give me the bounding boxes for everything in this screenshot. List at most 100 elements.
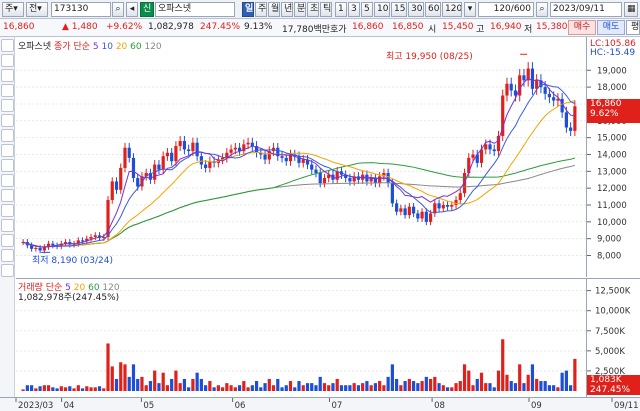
stock-code-input[interactable]: 173130 [51,2,111,17]
search-count-icon[interactable]: ⌕ [536,2,548,17]
eraser-tool-icon[interactable] [1,219,14,232]
volume-bar [322,383,327,391]
volume-bar [93,387,97,391]
volume-bar [76,385,80,391]
extra-button[interactable]: 평 [626,20,640,35]
volume-bar [395,378,399,391]
candle-body [509,83,513,91]
volume-bar [335,378,339,391]
text-tool-icon[interactable] [1,144,14,157]
count-field[interactable]: 120/600 [478,2,534,17]
volume-bar [556,387,560,391]
interval-15[interactable]: 15 [391,2,407,17]
search-icon[interactable]: ⌕ [112,2,124,17]
candlestick-chart[interactable] [16,37,586,277]
channel-tool-icon[interactable] [1,114,14,127]
fibonacci-tool-icon[interactable] [1,129,14,142]
change-value: ▲ 1,480 [62,22,98,32]
high-annotation: 최고 19,950 (08/25) [386,52,473,62]
legend-ma120: 120 [144,42,162,52]
interval-5[interactable]: 5 [361,2,373,17]
volume-bar [564,370,568,391]
volume-bar [348,385,352,391]
volume-bar [411,381,416,391]
volume-bar [246,387,250,391]
hc-label: HC:-15.49 [590,48,636,58]
price-tick-label: 13,000 [597,167,627,177]
vertical-line-tool-icon[interactable] [1,99,14,112]
volume-bar [102,388,106,391]
tab-day[interactable]: 일 [242,2,254,17]
volume-panel[interactable]: 거래량 단순 5 20 60 120 1,082,978주(247.45%) [16,278,586,397]
candle-body [301,159,305,163]
cursor-tool-icon[interactable] [1,39,14,52]
menu-dropdown[interactable]: 주▾ [2,2,24,17]
volume-bar [221,387,225,391]
interval-10[interactable]: 10 [374,2,390,17]
volume-bar [127,376,131,391]
arrow-tool-icon[interactable] [1,189,14,202]
date-label: 07 [332,401,343,411]
candle-body [450,205,454,207]
candle-body [165,152,170,157]
interval-120[interactable]: 120 [442,2,462,17]
zoom-out-tool-icon[interactable] [1,249,14,262]
settings-tool-icon[interactable] [1,264,14,277]
volume-bar [55,388,59,391]
tab-second[interactable]: 초 [307,2,319,17]
volume-bar [68,386,72,391]
magnet-tool-icon[interactable] [1,204,14,217]
tab-month[interactable]: 월 [268,2,280,17]
interval-60[interactable]: 60 [425,2,441,17]
interval-3[interactable]: 3 [348,2,360,17]
volume-bar [509,381,513,391]
candle-body [484,144,488,150]
tab-tick[interactable]: 틱 [320,2,332,17]
volume-bar [339,385,344,391]
calendar-icon[interactable]: ▦ [624,2,638,17]
ellipse-tool-icon[interactable] [1,174,14,187]
volume-bar [140,376,144,391]
volume-bar [229,385,233,391]
exchange-dropdown[interactable]: 전▾ [26,2,48,17]
date-field[interactable]: 2023/09/11 [550,2,622,17]
crosshair-tool-icon[interactable] [1,54,14,67]
candle-body [80,240,85,242]
volume-bar [361,383,365,391]
volume-bar [21,389,25,391]
tab-minute[interactable]: 분 [294,2,306,17]
interval-30[interactable]: 30 [408,2,424,17]
candle-body [187,149,191,152]
tab-year[interactable]: 년 [281,2,293,17]
open-price: 15,450 [442,22,474,32]
candle-body [102,237,106,238]
volume-bar [344,385,348,391]
volume-bar [327,385,331,391]
volume-bar [42,385,46,391]
sell-button[interactable]: 매도 [597,20,625,35]
date-label: 05 [143,401,154,411]
change-rate: +9.62% [106,22,143,32]
volume-bar [501,339,505,391]
prev-stock-button[interactable]: ◂ [126,2,138,17]
candle-body [552,97,556,101]
horizontal-line-tool-icon[interactable] [1,84,14,97]
tab-week[interactable]: 주 [255,2,267,17]
trendline-tool-icon[interactable] [1,69,14,82]
zoom-in-tool-icon[interactable] [1,234,14,247]
stock-name-field[interactable]: 오파스넷 [155,2,235,17]
candle-body [182,141,187,150]
buy-button[interactable]: 매수 [568,20,596,35]
price-panel[interactable]: 오파스넷 종가 단순 5 10 20 60 120 최고 19,950 (08/… [16,37,586,277]
volume-bar [106,343,110,391]
volume-note: 1,082,978주(247.45%) [18,293,120,303]
volume-tick-label: 5,000K [595,347,625,357]
volume-bar [72,388,76,391]
interval-menu-icon[interactable]: ▾ [464,2,476,17]
rectangle-tool-icon[interactable] [1,159,14,172]
interval-1[interactable]: 1 [335,2,347,17]
price-tick-label: 12,000 [597,184,627,194]
candle-body [280,156,284,158]
volume-bar [420,381,424,391]
chart-toolbar: 주▾ 전▾ 173130 ⌕ ◂ 신 오파스넷 일 주 월 년 분 초 틱 1 … [0,0,640,19]
